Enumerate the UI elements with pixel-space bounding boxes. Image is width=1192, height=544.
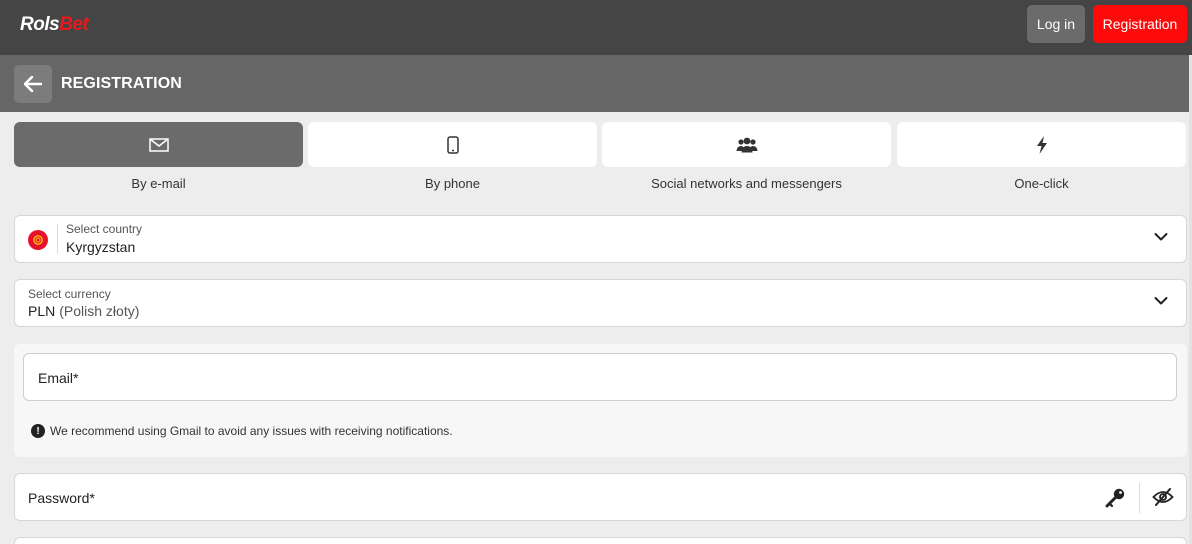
- registration-button[interactable]: Registration: [1093, 5, 1187, 43]
- chevron-down-icon: [1154, 233, 1168, 241]
- currency-name: (Polish złoty): [59, 303, 140, 319]
- kyrgyzstan-flag-icon: [28, 230, 48, 250]
- currency-select-value: PLN (Polish złoty): [28, 303, 139, 319]
- exclamation-icon: !: [31, 424, 45, 438]
- currency-code: PLN: [28, 303, 56, 319]
- next-form-field[interactable]: [14, 537, 1187, 544]
- users-icon: [736, 137, 757, 152]
- page-header: REGISTRATION: [0, 55, 1192, 112]
- login-button[interactable]: Log in: [1027, 5, 1085, 43]
- divider: [1139, 483, 1140, 513]
- tab-by-phone-label[interactable]: By phone: [308, 176, 597, 191]
- tab-by-email[interactable]: [14, 122, 303, 167]
- key-icon[interactable]: [1105, 487, 1126, 508]
- brand-logo-part2: Bet: [59, 14, 89, 35]
- eye-slash-icon[interactable]: [1152, 488, 1174, 506]
- brand-logo[interactable]: RolsBet: [20, 14, 89, 36]
- currency-select-label: Select currency: [28, 287, 111, 301]
- password-field[interactable]: Password*: [14, 473, 1187, 521]
- bolt-icon: [1036, 135, 1047, 154]
- page-title: REGISTRATION: [61, 75, 182, 92]
- tab-social-networks[interactable]: [602, 122, 891, 167]
- email-section: Email* ! We recommend using Gmail to avo…: [14, 344, 1187, 457]
- email-notice: ! We recommend using Gmail to avoid any …: [31, 424, 453, 438]
- email-notice-text: We recommend using Gmail to avoid any is…: [50, 424, 453, 438]
- country-select-value: Kyrgyzstan: [66, 239, 136, 255]
- arrow-left-icon: [24, 76, 42, 92]
- tab-one-click-label[interactable]: One-click: [897, 176, 1186, 191]
- back-button[interactable]: [14, 65, 52, 103]
- envelope-icon: [148, 137, 169, 152]
- email-field[interactable]: Email*: [23, 353, 1177, 401]
- chevron-down-icon: [1154, 297, 1168, 305]
- phone-icon: [446, 135, 459, 154]
- password-placeholder: Password*: [28, 490, 95, 506]
- country-select-label: Select country: [66, 222, 143, 236]
- tab-one-click[interactable]: [897, 122, 1186, 167]
- email-placeholder: Email*: [38, 370, 79, 386]
- divider: [57, 224, 58, 254]
- tab-by-phone[interactable]: [308, 122, 597, 167]
- currency-select[interactable]: Select currency PLN (Polish złoty): [14, 279, 1187, 327]
- top-bar: RolsBet Log in Registration: [0, 0, 1192, 55]
- country-select[interactable]: Select country Kyrgyzstan: [14, 215, 1187, 263]
- tab-by-email-label[interactable]: By e-mail: [14, 176, 303, 191]
- tab-social-networks-label[interactable]: Social networks and messengers: [602, 176, 891, 191]
- brand-logo-part1: Rols: [20, 14, 60, 35]
